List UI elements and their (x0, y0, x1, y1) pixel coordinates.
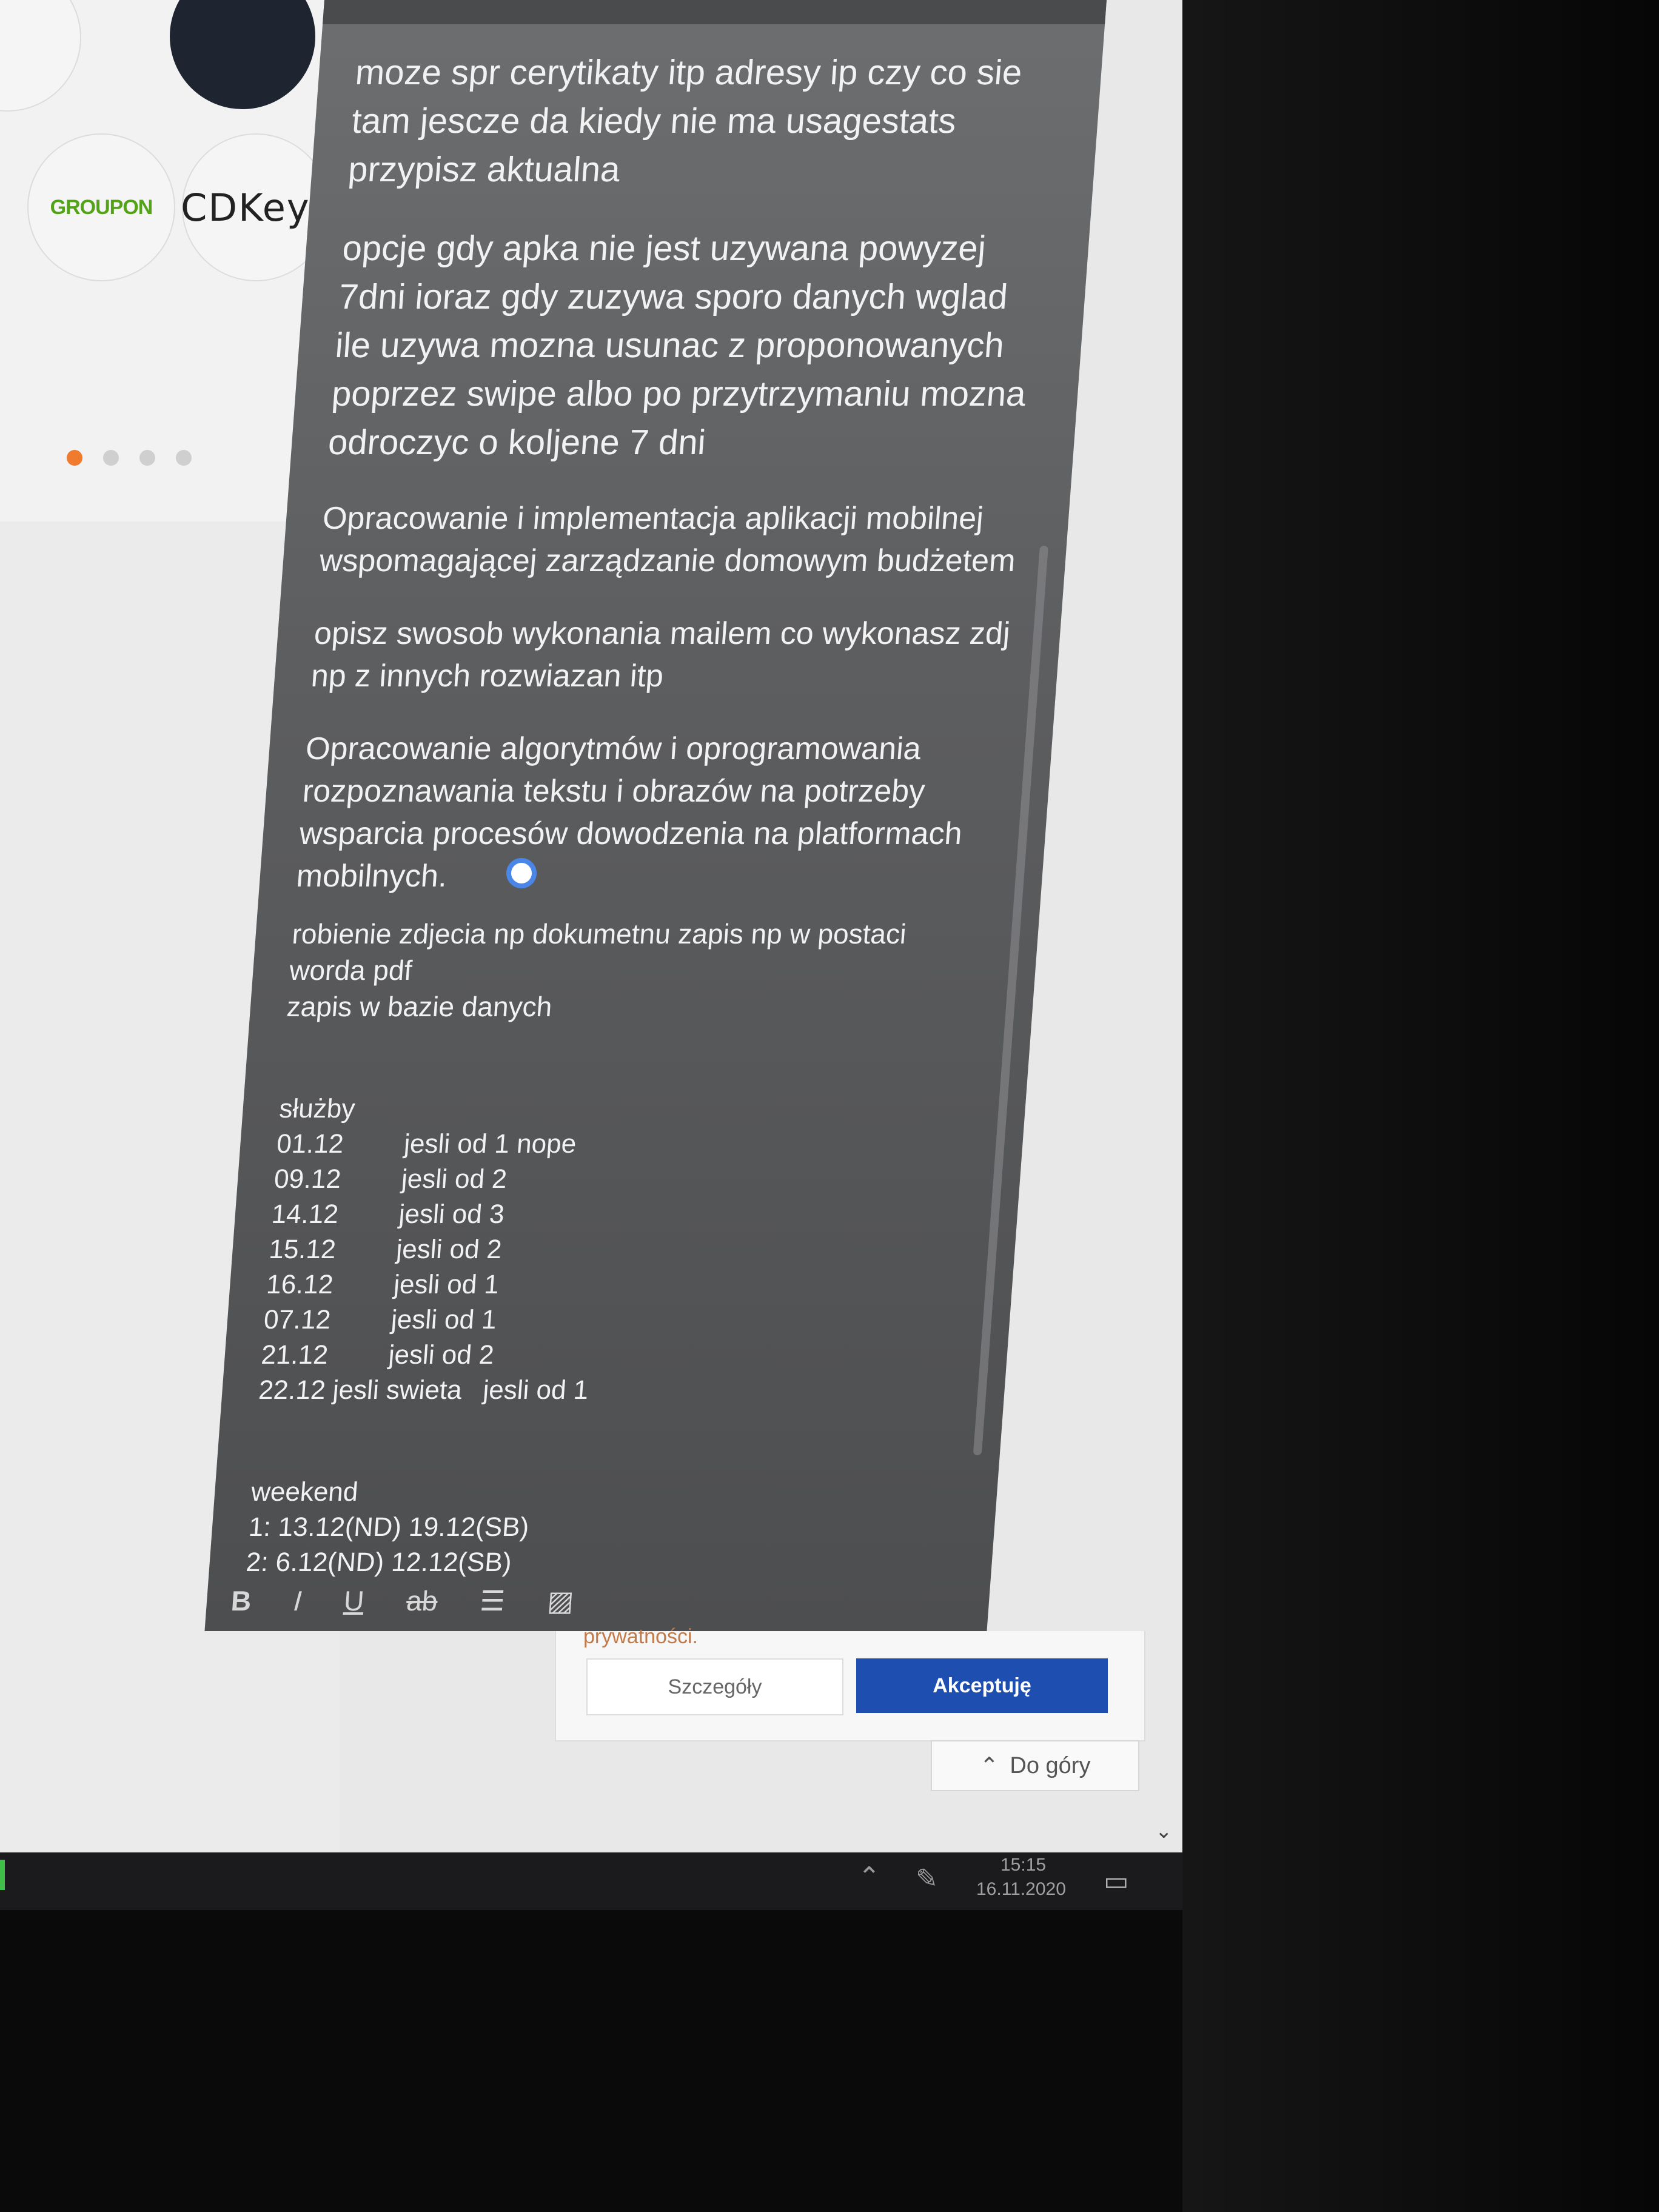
duty-note: jesli od 3 (398, 1199, 506, 1229)
duty-note: jesli od 2 (395, 1235, 503, 1264)
duty-date: 15.12 (267, 1235, 337, 1264)
pen-workspace-icon[interactable]: ✎ (916, 1863, 938, 1894)
duty-note: jesli od 1 nope (403, 1129, 578, 1159)
duty-row: 21.12 jesli od 2 (260, 1338, 960, 1373)
back-to-top-label: Do góry (1010, 1752, 1091, 1778)
bullet-list-icon[interactable]: ☰ (479, 1584, 506, 1617)
duties-header: służby (278, 1094, 357, 1124)
duty-note: jesli od 1 (392, 1270, 500, 1299)
notes-title-bar[interactable] (323, 0, 1107, 24)
groupon-logo-text: GROUPON (50, 195, 153, 219)
cursor-focus-indicator (506, 858, 537, 888)
carousel-dot[interactable] (176, 450, 192, 466)
notes-format-toolbar: B I U ab ☰ ▨ (229, 1577, 694, 1625)
note-paragraph: Opracowanie algorytmów i oprogramowania … (295, 731, 964, 894)
chevron-up-icon: ⌃ (979, 1753, 999, 1779)
cookie-consent-dialog: prywatności. Szczegóły Akceptuję (555, 1625, 1145, 1741)
note-paragraph: Opracowanie i implementacja aplikacji mo… (318, 501, 1017, 578)
action-center-icon[interactable]: ▭ (1104, 1866, 1129, 1897)
monitor-bezel-bottom (0, 1910, 1182, 2212)
note-paragraph: opcje gdy apka nie jest uzywana powyzej … (327, 229, 1028, 462)
taskbar-clock-date[interactable]: 16.11.2020 (976, 1879, 1066, 1900)
weekend-header: weekend (250, 1477, 360, 1507)
monitor-bezel-right (1182, 0, 1659, 2212)
duty-note: jesli od 1 (481, 1375, 590, 1405)
weekend-row: 1: 13.12(ND) 19.12(SB) (247, 1512, 531, 1542)
taskbar-app-indicator[interactable] (0, 1860, 5, 1890)
carousel-dot-active[interactable] (67, 450, 82, 466)
weekend-row: 2: 6.12(ND) 12.12(SB) (244, 1547, 513, 1577)
note-paragraph: moze spr cerytikaty itp adresy ip czy co… (347, 53, 1024, 189)
privacy-link[interactable]: prywatności. (583, 1625, 698, 1649)
duty-note: jesli od 1 (390, 1305, 498, 1335)
tray-overflow-chevron-icon[interactable]: ⌃ (858, 1862, 880, 1892)
duty-row: 15.12 jesli od 2 (268, 1232, 968, 1267)
note-paragraph: opisz swosob wykonania mailem co wykonas… (309, 616, 1011, 694)
monitor-screen: GROUPON CDKeys › moze spr cerytikaty itp… (0, 0, 1182, 1910)
taskbar-clock-time[interactable]: 15:15 (1000, 1855, 1046, 1875)
notes-content[interactable]: moze spr cerytikaty itp adresy ip czy co… (245, 49, 1054, 1580)
duty-row: 14.12 jesli od 3 (270, 1197, 970, 1232)
windows-taskbar: ⌃ ✎ 15:15 16.11.2020 ▭ (0, 1852, 1182, 1910)
sticky-notes-window[interactable]: moze spr cerytikaty itp adresy ip czy co… (204, 0, 1107, 1631)
duties-list: 01.12 jesli od 1 nope 09.12 jesli od 2 14.… (257, 1127, 975, 1408)
carousel-dot[interactable] (103, 450, 119, 466)
bold-button[interactable]: B (230, 1584, 252, 1617)
duty-row: 09.12 jesli od 2 (273, 1162, 973, 1197)
duty-date: 16.12 (265, 1270, 335, 1299)
brand-logo-dark[interactable] (170, 0, 315, 109)
duty-note: jesli od 2 (400, 1164, 508, 1194)
duty-date: 09.12 (273, 1164, 343, 1194)
brand-carousel: GROUPON CDKeys › (0, 0, 340, 521)
duty-date: 01.12 (275, 1129, 345, 1159)
note-paragraph: zapis w bazie danych (286, 991, 554, 1022)
accept-button[interactable]: Akceptuję (856, 1658, 1108, 1713)
duty-row: 07.12 jesli od 1 (263, 1302, 962, 1338)
note-paragraph: robienie zdjecia np dokumetnu zapis np w… (288, 918, 908, 986)
insert-image-icon[interactable]: ▨ (546, 1584, 575, 1617)
italic-button[interactable]: I (292, 1584, 303, 1617)
duty-date: 07.12 (263, 1305, 332, 1335)
duty-date: 22.12 jesli swieta (257, 1375, 463, 1405)
duty-row: 16.12 jesli od 1 (265, 1267, 965, 1302)
duty-date: 14.12 (270, 1199, 340, 1229)
details-button[interactable]: Szczegóły (586, 1658, 843, 1715)
duty-note: jesli od 2 (387, 1340, 495, 1370)
duty-row: 01.12 jesli od 1 nope (275, 1127, 975, 1162)
carousel-dot[interactable] (139, 450, 155, 466)
duty-row: 22.12 jesli swieta jesli od 1 (257, 1373, 957, 1408)
underline-button[interactable]: U (343, 1584, 365, 1617)
brand-logo-groupon[interactable]: GROUPON (27, 133, 175, 281)
back-to-top-button[interactable]: ⌃ Do góry (931, 1740, 1139, 1791)
strikethrough-button[interactable]: ab (405, 1584, 438, 1617)
brand-logo-partial[interactable] (0, 0, 81, 112)
chevron-down-icon[interactable]: ⌄ (1155, 1819, 1173, 1843)
duty-date: 21.12 (260, 1340, 329, 1370)
